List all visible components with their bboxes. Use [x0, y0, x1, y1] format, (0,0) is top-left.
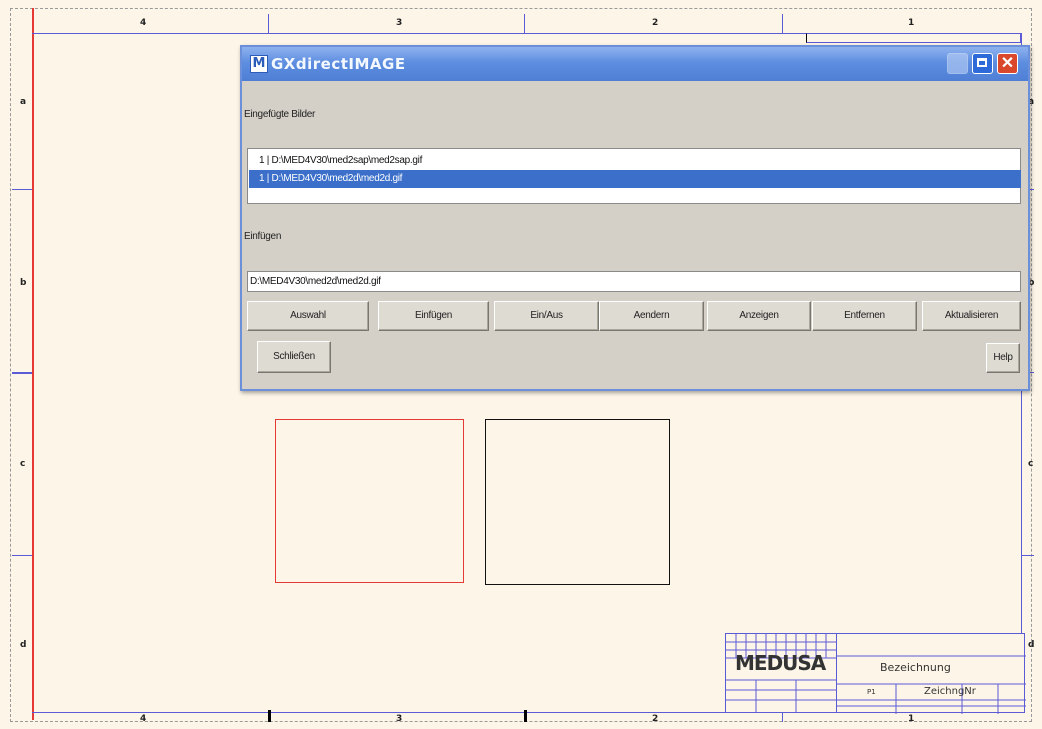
close-icon: ✕ [1000, 55, 1015, 72]
ruler-tick [524, 14, 525, 33]
ruler-tick [782, 14, 783, 33]
title-block-drawing-no: ZeichngNr [924, 686, 976, 697]
insert-label: Einfügen [244, 231, 282, 242]
image-path-input[interactable]: D:\MED4V30\med2d\med2d.gif [247, 271, 1021, 292]
red-border-left [32, 8, 34, 720]
dialog-title: GXdirectIMAGE [271, 55, 406, 73]
ruler-bottom-2: 2 [652, 714, 659, 724]
aktualisieren-button[interactable]: Aktualisieren [922, 301, 1021, 331]
list-item-selected[interactable]: 1 | D:\MED4V30\med2d\med2d.gif [249, 170, 1021, 188]
ruler-bottom-3: 3 [396, 714, 403, 724]
ruler-tick [268, 710, 271, 722]
einaus-button[interactable]: Ein/Aus [494, 301, 599, 331]
revision-box [806, 33, 1021, 43]
minimize-button[interactable] [947, 53, 968, 74]
help-button[interactable]: Help [986, 343, 1020, 373]
ruler-tick [12, 189, 32, 190]
ruler-tick [524, 710, 527, 722]
ruler-tick [1022, 555, 1034, 556]
list-item[interactable]: 1 | D:\MED4V30\med2sap\med2sap.gif [249, 152, 1021, 170]
ruler-left-a: a [20, 97, 27, 107]
medusa-logo: MEDUSA [735, 651, 826, 675]
ruler-top-2: 2 [652, 18, 659, 28]
ruler-tick [12, 555, 32, 556]
close-button[interactable]: ✕ [997, 53, 1018, 74]
ruler-top-4: 4 [140, 18, 147, 28]
ruler-left-c: c [20, 459, 26, 469]
schliessen-button[interactable]: Schließen [257, 341, 331, 373]
title-block-scale: P1 [867, 688, 876, 696]
title-block-designation: Bezeichnung [880, 661, 951, 674]
maximize-button[interactable] [972, 53, 993, 74]
anzeigen-button[interactable]: Anzeigen [707, 301, 811, 331]
einfuegen-button[interactable]: Einfügen [378, 301, 489, 331]
inserted-images-list[interactable]: 1 | D:\MED4V30\med2sap\med2sap.gif 1 | D… [247, 148, 1021, 204]
ruler-top-3: 3 [396, 18, 403, 28]
ruler-tick [268, 14, 269, 33]
entfernen-button[interactable]: Entfernen [812, 301, 917, 331]
ruler-bottom-1: 1 [908, 714, 915, 724]
ruler-right-d: d [1028, 640, 1035, 650]
ruler-bottom-4: 4 [140, 714, 147, 724]
inserted-images-label: Eingefügte Bilder [244, 109, 316, 120]
ruler-left-b: b [20, 278, 27, 288]
maximize-icon [977, 58, 987, 67]
aendern-button[interactable]: Aendern [599, 301, 704, 331]
image-frame-red[interactable] [275, 419, 464, 583]
ruler-right-c: c [1028, 459, 1034, 469]
app-logo-icon: M [250, 55, 268, 73]
ruler-left-d: d [20, 640, 27, 650]
ruler-tick [12, 372, 32, 374]
dialog-titlebar[interactable]: M GXdirectIMAGE ✕ [242, 47, 1028, 81]
auswahl-button[interactable]: Auswahl [247, 301, 369, 331]
ruler-top-1: 1 [908, 18, 915, 28]
gxdirectimage-dialog: M GXdirectIMAGE ✕ Eingefügte Bilder 1 | … [240, 45, 1030, 391]
image-frame-black[interactable] [485, 419, 670, 585]
